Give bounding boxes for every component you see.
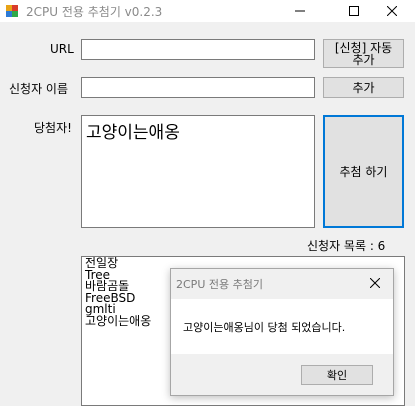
auto-add-button[interactable]: [신청] 자동 추가 — [323, 39, 404, 68]
maximize-icon — [349, 6, 359, 16]
applicant-count-label: 신청자 목록 : 6 — [307, 239, 386, 253]
url-label: URL — [50, 42, 74, 56]
auto-add-button-label-line2: 추가 — [352, 52, 375, 67]
add-button[interactable]: 추가 — [323, 77, 404, 98]
dialog-title: 2CPU 전용 추첨기 — [176, 278, 263, 291]
title-bar: 2CPU 전용 추첨기 v0.2.3 — [0, 0, 415, 22]
applicant-name-input[interactable] — [81, 77, 315, 98]
winner-label: 당첨자! — [34, 121, 72, 135]
close-icon — [370, 278, 380, 288]
applicant-name-label: 신청자 이름 — [9, 82, 69, 96]
result-dialog: 2CPU 전용 추첨기 고양이는애옹님이 당첨 되었습니다. 확인 — [170, 268, 394, 396]
auto-add-button-label-line1: [신청] 자동 — [334, 40, 393, 55]
url-input[interactable] — [81, 39, 315, 60]
app-icon — [5, 4, 19, 18]
minimize-icon — [295, 10, 305, 12]
minimize-button[interactable] — [277, 0, 323, 22]
dialog-ok-button[interactable]: 확인 — [301, 365, 373, 385]
draw-button[interactable]: 추첨 하기 — [323, 115, 404, 228]
close-icon — [387, 6, 397, 16]
winner-display[interactable]: 고양이는애옹 — [81, 115, 315, 228]
dialog-close-button[interactable] — [363, 273, 387, 293]
dialog-message: 고양이는애옹님이 당첨 되었습니다. — [183, 321, 346, 334]
close-button[interactable] — [369, 0, 415, 22]
window-title: 2CPU 전용 추첨기 v0.2.3 — [26, 5, 163, 19]
